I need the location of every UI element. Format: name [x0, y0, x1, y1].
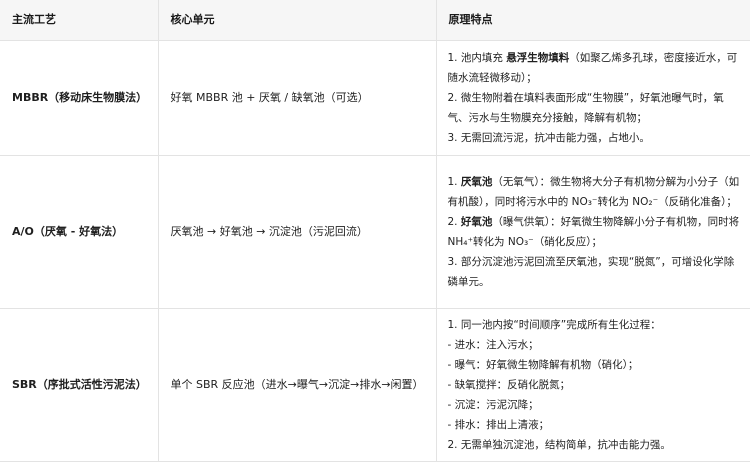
principle-line: - 排水：排出上清液； [447, 419, 550, 431]
principle-line: 1. 池内填充 悬浮生物填料（如聚乙烯多孔球，密度接近水，可随水流轻微移动）； [448, 48, 741, 88]
process-name: SBR（序批式活性污泥法） [0, 308, 159, 462]
core-unit: 厌氧池 → 好氧池 → 沉淀池（污泥回流） [158, 155, 437, 309]
principle-line: 1. 同一池内按“时间顺序”完成所有生化过程： [447, 319, 661, 331]
table-header: 主流工艺 核心单元 原理特点 [0, 0, 750, 41]
header-row: 主流工艺 核心单元 原理特点 [0, 0, 750, 41]
principle-line: 2. 无需单独沉淀池，结构简单，抗冲击能力强。 [447, 439, 671, 451]
table-row: SBR（序批式活性污泥法） 单个 SBR 反应池（进水→曝气→沉淀→排水→闲置）… [0, 308, 750, 462]
principle-line: 3. 无需回流污泥，抗冲击能力强，占地小。 [447, 132, 650, 144]
process-name: MBBR（移动床生物膜法） [0, 40, 159, 156]
principle-line: - 沉淀：污泥沉降； [447, 399, 539, 411]
principle-cell: 1. 同一池内按“时间顺序”完成所有生化过程： - 进水：注入污水； - 曝气：… [436, 308, 750, 462]
table-body: MBBR（移动床生物膜法） 好氧 MBBR 池 + 厌氧 / 缺氧池（可选） 1… [0, 40, 750, 462]
header-core-unit: 核心单元 [158, 0, 437, 41]
table-row: MBBR（移动床生物膜法） 好氧 MBBR 池 + 厌氧 / 缺氧池（可选） 1… [0, 40, 750, 156]
principle-line: - 进水：注入污水； [447, 339, 539, 351]
core-unit: 单个 SBR 反应池（进水→曝气→沉淀→排水→闲置） [158, 308, 437, 462]
line-text: （无氧气）：微生物将大分子有机物分解为小分子（如有机酸），同时将污水中的 NO₃… [447, 176, 740, 208]
line-text: 2. [447, 216, 461, 228]
header-process: 主流工艺 [0, 0, 159, 41]
line-text: （曝气供氧）：好氧微生物降解小分子有机物，同时将 NH₄⁺转化为 NO₃⁻（硝化… [447, 216, 740, 248]
principle-cell: 1. 厌氧池（无氧气）：微生物将大分子有机物分解为小分子（如有机酸），同时将污水… [436, 155, 750, 309]
principle-line: 2. 微生物附着在填料表面形成“生物膜”，好氧池曝气时，氧气、污水与生物膜充分接… [447, 92, 724, 124]
principle-cell: 1. 池内填充 悬浮生物填料（如聚乙烯多孔球，密度接近水，可随水流轻微移动）； … [436, 40, 750, 156]
principle-line: 2. 好氧池（曝气供氧）：好氧微生物降解小分子有机物，同时将 NH₄⁺转化为 N… [448, 212, 741, 252]
header-principle: 原理特点 [436, 0, 750, 41]
line-text: 1. 池内填充 [447, 52, 507, 64]
line-text: 1. [447, 176, 461, 188]
line-emphasis: 好氧池 [460, 216, 493, 228]
line-emphasis: 厌氧池 [460, 176, 493, 188]
line-emphasis: 悬浮生物填料 [506, 52, 570, 64]
table-row: A/O（厌氧 - 好氧法） 厌氧池 → 好氧池 → 沉淀池（污泥回流） 1. 厌… [0, 155, 750, 309]
principle-line: - 缺氧搅拌：反硝化脱氮； [447, 379, 571, 391]
principle-line: 3. 部分沉淀池污泥回流至厌氧池，实现“脱氮”，可增设化学除磷单元。 [447, 256, 735, 288]
principle-line: 1. 厌氧池（无氧气）：微生物将大分子有机物分解为小分子（如有机酸），同时将污水… [448, 172, 741, 212]
process-name: A/O（厌氧 - 好氧法） [0, 155, 159, 309]
core-unit: 好氧 MBBR 池 + 厌氧 / 缺氧池（可选） [158, 40, 437, 156]
principle-line: - 曝气：好氧微生物降解有机物（硝化）； [447, 359, 639, 371]
process-table: 主流工艺 核心单元 原理特点 MBBR（移动床生物膜法） 好氧 MBBR 池 +… [0, 0, 750, 462]
